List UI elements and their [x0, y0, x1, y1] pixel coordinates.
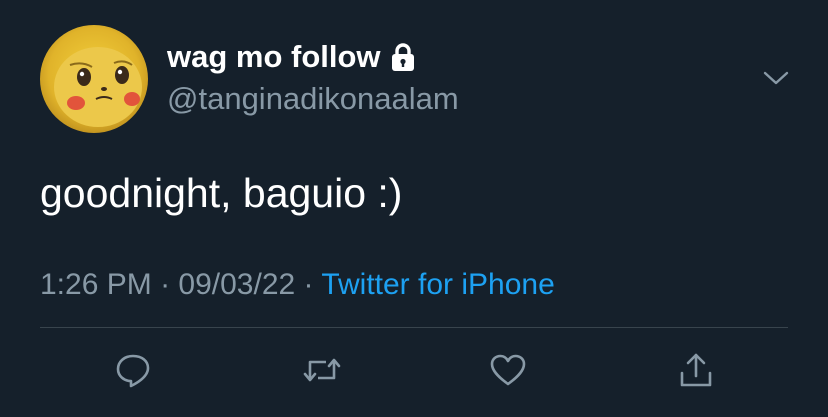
share-button[interactable]	[676, 352, 716, 392]
share-icon	[677, 351, 715, 394]
tweet-source-link[interactable]: Twitter for iPhone	[321, 268, 554, 301]
chevron-down-icon[interactable]	[762, 68, 790, 88]
divider	[40, 327, 788, 328]
lock-icon	[389, 42, 417, 72]
avatar[interactable]	[40, 25, 148, 133]
meta-separator: ·	[303, 268, 322, 301]
retweet-icon	[302, 354, 342, 391]
heart-icon	[489, 353, 527, 392]
like-button[interactable]	[488, 352, 528, 392]
pikachu-avatar-image	[40, 25, 148, 133]
reply-button[interactable]	[113, 352, 153, 392]
display-name[interactable]: wag mo follow	[167, 39, 381, 75]
tweet-meta: 1:26 PM · 09/03/22 · Twitter for iPhone	[40, 268, 555, 302]
tweet-date[interactable]: 09/03/22	[178, 268, 295, 301]
retweet-button[interactable]	[302, 352, 342, 392]
user-handle[interactable]: @tanginadikonaalam	[167, 81, 459, 117]
tweet-time[interactable]: 1:26 PM	[40, 268, 152, 301]
reply-icon	[114, 352, 152, 393]
display-name-row[interactable]: wag mo follow	[167, 39, 417, 75]
tweet-text: goodnight, baguio :)	[40, 170, 403, 216]
meta-separator: ·	[160, 268, 179, 301]
